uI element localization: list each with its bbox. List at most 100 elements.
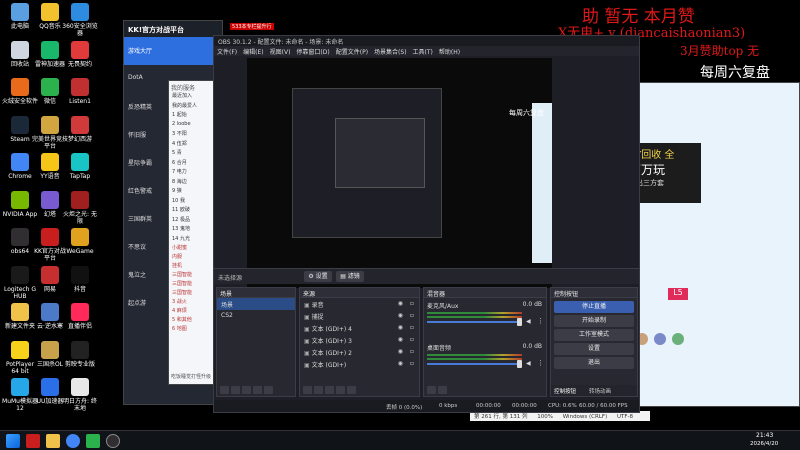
move-up-icon[interactable] xyxy=(336,386,345,394)
volume-slider[interactable] xyxy=(427,321,522,323)
source-item[interactable]: ▣ 录音 ◉ ▫ xyxy=(300,298,419,310)
windows-start-icon[interactable] xyxy=(6,434,20,448)
gear-icon[interactable]: ⋮ xyxy=(537,359,544,367)
visibility-eye-icon[interactable]: ◉ xyxy=(398,312,403,319)
kk-group-item[interactable]: 1 起始 xyxy=(169,110,215,120)
kk-menu-item[interactable]: 游戏大厅 xyxy=(124,37,222,65)
advanced-audio-button[interactable] xyxy=(427,386,436,394)
source-item[interactable]: ▣ 文本 (GDI+) 2 ◉ ▫ xyxy=(300,346,419,358)
kk-sub-item[interactable]: 小甜蜜 xyxy=(169,243,215,252)
desktop-icon[interactable]: 火炬之光: 无限 xyxy=(62,190,98,225)
obs-menu-item[interactable]: 帮助(H) xyxy=(439,49,460,56)
source-item[interactable]: ▣ 文本 (GDI+) 4 ◉ ▫ xyxy=(300,322,419,334)
obs-menu-item[interactable]: 工具(T) xyxy=(413,49,433,56)
control-button[interactable]: 设置 xyxy=(554,343,634,355)
volume-slider-knob[interactable] xyxy=(517,360,522,368)
clock-time[interactable]: 21:43 xyxy=(756,432,773,439)
desktop-icon[interactable]: 直播伴侣 xyxy=(62,303,98,330)
kk-group-item[interactable]: 6 合月 xyxy=(169,158,215,168)
control-button[interactable]: 停止直播 xyxy=(554,301,634,313)
kk-sub-item[interactable]: 三国智能 xyxy=(169,279,215,288)
gear-icon[interactable]: ⋮ xyxy=(537,317,544,325)
obs-menu-item[interactable]: 配置文件(P) xyxy=(336,49,368,56)
move-up-icon[interactable] xyxy=(253,386,262,394)
source-item[interactable]: ▣ 捕捉 ◉ ▫ xyxy=(300,310,419,322)
lock-icon[interactable]: ▫ xyxy=(410,348,414,355)
remove-scene-button[interactable] xyxy=(231,386,240,394)
source-item[interactable]: ▣ 文本 (GDI+) 3 ◉ ▫ xyxy=(300,334,419,346)
visibility-eye-icon[interactable]: ◉ xyxy=(398,336,403,343)
lock-icon[interactable]: ▫ xyxy=(410,336,414,343)
visibility-eye-icon[interactable]: ◉ xyxy=(398,360,403,367)
kk-group-item[interactable]: 3 不阳 xyxy=(169,129,215,139)
ad-badge[interactable]: L5 xyxy=(668,288,688,300)
desktop-icon[interactable]: WeGame xyxy=(62,228,98,255)
filters-button[interactable]: ▤ 滤镜 xyxy=(336,271,364,282)
kk-group-item[interactable]: 最近加入 xyxy=(169,91,215,101)
kk-sub-item[interactable]: 内服 xyxy=(169,252,215,261)
avatar[interactable] xyxy=(654,333,667,345)
desktop-icon[interactable]: 抖音 xyxy=(62,265,98,293)
obs-menu-item[interactable]: 文件(F) xyxy=(217,49,237,56)
add-source-button[interactable] xyxy=(303,386,312,394)
desktop-icon[interactable]: TapTap xyxy=(62,153,98,180)
add-scene-button[interactable] xyxy=(220,386,229,394)
properties-button[interactable]: ⚙ 设置 xyxy=(304,271,332,282)
kk-group-item[interactable]: 9 狼 xyxy=(169,186,215,196)
control-button[interactable]: 工作室模式 xyxy=(554,329,634,341)
visibility-eye-icon[interactable]: ◉ xyxy=(398,348,403,355)
volume-slider[interactable] xyxy=(427,363,522,365)
kk-group-item[interactable]: 2 loobe xyxy=(169,120,215,130)
speaker-icon[interactable]: ◀ xyxy=(526,318,531,325)
avatar[interactable] xyxy=(672,333,685,345)
obs-menu-item[interactable]: 视图(V) xyxy=(270,49,291,56)
obs-menu-item[interactable]: 停靠窗口(D) xyxy=(296,49,329,56)
kk-sub-item[interactable]: 6 地图 xyxy=(169,324,215,333)
kk-sub-item[interactable]: 挂机 xyxy=(169,261,215,270)
mixer-menu-button[interactable] xyxy=(438,386,447,394)
lock-icon[interactable]: ▫ xyxy=(410,360,414,367)
chrome-taskbar-icon[interactable] xyxy=(66,434,80,448)
kk-group-item[interactable]: 12 极品 xyxy=(169,215,215,225)
desktop-icon[interactable]: 剪映专业版 xyxy=(62,340,98,368)
kk-taskbar-icon[interactable] xyxy=(26,434,40,448)
kk-group-item[interactable]: 4 伍郑 xyxy=(169,139,215,149)
kk-sub-item[interactable]: 4 麻烦 xyxy=(169,306,215,315)
speaker-icon[interactable]: ◀ xyxy=(526,360,531,367)
kk-group-item[interactable]: 7 电力 xyxy=(169,167,215,177)
kk-group-item[interactable]: 11 欧破 xyxy=(169,205,215,215)
kk-group-item[interactable]: 5 青 xyxy=(169,148,215,158)
obs-taskbar-icon[interactable] xyxy=(106,434,120,448)
move-down-icon[interactable] xyxy=(264,386,273,394)
volume-slider-knob[interactable] xyxy=(517,318,522,326)
desktop-icon[interactable]: 明日方舟: 终末地 xyxy=(62,378,98,412)
desktop-icon[interactable]: Listen1 xyxy=(62,78,98,105)
lock-icon[interactable]: ▫ xyxy=(410,312,414,319)
wechat-taskbar-icon[interactable] xyxy=(86,434,100,448)
clock-date[interactable]: 2026/4/20 xyxy=(750,441,778,447)
lock-icon[interactable]: ▫ xyxy=(410,300,414,307)
remove-source-button[interactable] xyxy=(314,386,323,394)
kk-group-item[interactable]: 8 海边 xyxy=(169,177,215,187)
source-item[interactable]: ▣ 文本 (GDI+) ◉ ▫ xyxy=(300,358,419,370)
lock-icon[interactable]: ▫ xyxy=(410,324,414,331)
scene-filters-button[interactable] xyxy=(242,386,251,394)
obs-menu-item[interactable]: 编辑(E) xyxy=(243,49,263,56)
kk-sub-item[interactable]: 5 和其他 xyxy=(169,315,215,324)
kk-group-item[interactable]: 10 我 xyxy=(169,196,215,206)
source-properties-button[interactable] xyxy=(325,386,334,394)
scene-item[interactable]: CS2 xyxy=(217,310,295,322)
control-button[interactable]: 开始录制 xyxy=(554,315,634,327)
kk-sub-item[interactable]: 3 战火 xyxy=(169,297,215,306)
scene-item[interactable]: 场景 xyxy=(217,298,295,310)
visibility-eye-icon[interactable]: ◉ xyxy=(398,324,403,331)
obs-menu-item[interactable]: 场景集合(S) xyxy=(374,49,407,56)
kk-sub-item[interactable]: 三国智能 xyxy=(169,288,215,297)
desktop-icon[interactable]: 无畏契约 xyxy=(62,40,98,68)
desktop-icon[interactable]: 梦幻西游 xyxy=(62,115,98,143)
visibility-eye-icon[interactable]: ◉ xyxy=(398,300,403,307)
kk-group-item[interactable]: 13 鬼地 xyxy=(169,224,215,234)
desktop-icon[interactable]: 360安全浏览器 xyxy=(62,3,98,37)
folder-taskbar-icon[interactable] xyxy=(46,434,60,448)
move-down-icon[interactable] xyxy=(347,386,356,394)
